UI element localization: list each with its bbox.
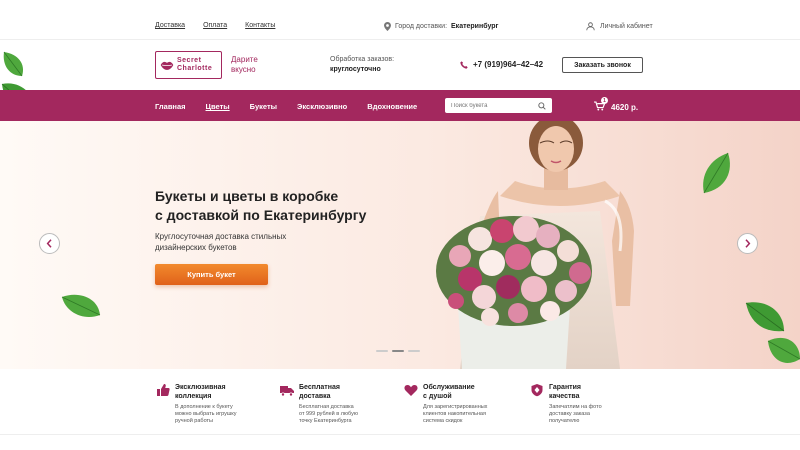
feature-title: Гарантия качества bbox=[549, 383, 649, 401]
top-bar: Доставка Оплата Контакты Город доставки:… bbox=[0, 0, 800, 40]
chevron-left-icon bbox=[46, 239, 52, 248]
feature-title-line-2: с душой bbox=[423, 393, 452, 400]
feature-title-line-1: Бесплатная bbox=[299, 384, 340, 391]
hero-subtitle-line-2: дизайнерских букетов bbox=[155, 243, 237, 252]
feature-title-line-1: Эксклюзивная bbox=[175, 384, 226, 391]
cart-count-badge: 1 bbox=[601, 97, 608, 104]
logo-line-2: Charlotte bbox=[177, 65, 213, 72]
logo-text: Secret Charlotte bbox=[177, 57, 212, 73]
feature-title: Обслуживание с душой bbox=[423, 383, 523, 401]
slider-dot-3[interactable] bbox=[408, 350, 420, 352]
feature-desc-line-2: можно выбрать игрушку bbox=[175, 411, 237, 417]
feature-desc-line-3: получателю bbox=[549, 418, 580, 424]
features-section: Эксклюзивная коллекция В дополнение к бу… bbox=[0, 369, 800, 435]
feature-title: Эксклюзивная коллекция bbox=[175, 383, 275, 401]
feature-desc-line-1: В дополнение к букету bbox=[175, 404, 233, 410]
feature-desc-line-2: от 999 рублей в любую bbox=[299, 411, 358, 417]
callback-button[interactable]: Заказать звонок bbox=[562, 57, 643, 73]
link-payment[interactable]: Оплата bbox=[203, 22, 227, 29]
slider-next-button[interactable] bbox=[737, 233, 758, 254]
feature-description: В дополнение к букету можно выбрать игру… bbox=[175, 404, 265, 425]
feature-title-line-2: качества bbox=[549, 393, 580, 400]
feature-title-line-1: Гарантия bbox=[549, 384, 581, 391]
cart[interactable]: 1 4620 р. bbox=[594, 97, 639, 113]
tagline-line-1: Дарите bbox=[231, 55, 258, 64]
feature-desc-line-3: система скидок bbox=[423, 418, 463, 424]
nav-item-home[interactable]: Главная bbox=[155, 102, 186, 111]
feature-desc-line-3: ручной работы bbox=[175, 418, 213, 424]
hero-title-line-1: Букеты и цветы в коробке bbox=[155, 188, 339, 204]
nav-menu: Главная Цветы Букеты Эксклюзивно Вдохнов… bbox=[155, 102, 437, 111]
chevron-right-icon bbox=[745, 239, 751, 248]
feature-desc-line-1: Для зарегистрированных bbox=[423, 404, 488, 410]
feature-desc-line-2: клиентов накопительная bbox=[423, 411, 486, 417]
user-icon bbox=[586, 22, 595, 31]
phone-number: +7 (919)964–42–42 bbox=[473, 60, 544, 69]
shield-icon bbox=[531, 384, 543, 397]
leaf-decoration-left bbox=[61, 294, 101, 317]
top-links: Доставка Оплата Контакты bbox=[155, 22, 275, 29]
order-hours-label: Обработка заказов: bbox=[330, 56, 395, 63]
cart-total: 4620 р. bbox=[611, 102, 639, 112]
hero-title: Букеты и цветы в коробке с доставкой по … bbox=[155, 187, 415, 225]
city-value: Екатеринбург bbox=[451, 23, 499, 30]
personal-cabinet-link[interactable]: Личный кабинет bbox=[586, 22, 653, 31]
hero-slider: Букеты и цветы в коробке с доставкой по … bbox=[0, 121, 800, 369]
feature-description: Для зарегистрированных клиентов накопите… bbox=[423, 404, 513, 425]
slider-dot-1[interactable] bbox=[376, 350, 388, 352]
leaf-decoration-right-bottom bbox=[745, 302, 800, 363]
tagline-line-2: вкусно bbox=[231, 65, 256, 74]
logo[interactable]: Secret Charlotte bbox=[155, 51, 222, 79]
logo-line-1: Secret bbox=[177, 57, 202, 64]
cabinet-label: Личный кабинет bbox=[600, 23, 653, 30]
phone-link[interactable]: +7 (919)964–42–42 bbox=[460, 60, 543, 69]
search-icon[interactable] bbox=[538, 101, 546, 110]
feature-desc-line-1: Бесплатная доставка bbox=[299, 404, 354, 410]
main-nav: Главная Цветы Букеты Эксклюзивно Вдохнов… bbox=[0, 90, 800, 121]
link-delivery[interactable]: Доставка bbox=[155, 22, 185, 29]
thumbs-up-icon bbox=[157, 384, 170, 396]
feature-title: Бесплатная доставка bbox=[299, 383, 399, 401]
truck-icon bbox=[280, 386, 294, 397]
buy-bouquet-button[interactable]: Купить букет bbox=[155, 264, 268, 285]
nav-item-inspiration[interactable]: Вдохновение bbox=[367, 102, 417, 111]
heart-icon bbox=[404, 385, 418, 396]
hero-title-line-2: с доставкой по Екатеринбургу bbox=[155, 207, 367, 223]
slider-prev-button[interactable] bbox=[39, 233, 60, 254]
hero-subtitle-line-1: Круглосуточная доставка стильных bbox=[155, 232, 287, 241]
slider-dot-2[interactable] bbox=[392, 350, 404, 352]
link-contacts[interactable]: Контакты bbox=[245, 22, 275, 29]
tagline: Дарите вкусно bbox=[231, 55, 258, 75]
feature-desc-line-2: доставку заказа bbox=[549, 411, 590, 417]
map-pin-icon bbox=[384, 22, 391, 31]
search-box bbox=[445, 98, 552, 113]
lips-icon bbox=[160, 61, 174, 70]
feature-title-line-1: Обслуживание bbox=[423, 384, 475, 391]
phone-icon bbox=[460, 60, 468, 69]
slider-dots bbox=[376, 350, 420, 352]
feature-description: Бесплатная доставка от 999 рублей в любу… bbox=[299, 404, 389, 425]
order-hours-value: круглосуточно bbox=[330, 66, 381, 73]
search-input[interactable] bbox=[451, 102, 531, 109]
city-label: Город доставки: bbox=[395, 23, 448, 30]
nav-item-exclusive[interactable]: Эксклюзивно bbox=[297, 102, 347, 111]
feature-description: Запечатлим на фото доставку заказа получ… bbox=[549, 404, 639, 425]
leaf-decoration-right-top bbox=[703, 152, 730, 194]
city-selector[interactable]: Город доставки: Екатеринбург bbox=[384, 22, 498, 31]
feature-desc-line-3: точку Екатеринбурга bbox=[299, 418, 352, 424]
nav-item-bouquets[interactable]: Букеты bbox=[250, 102, 277, 111]
hero-subtitle: Круглосуточная доставка стильных дизайне… bbox=[155, 231, 315, 253]
order-hours: Обработка заказов: круглосуточно bbox=[330, 55, 394, 75]
hero-image-woman-with-bouquet bbox=[436, 121, 634, 369]
feature-title-line-2: доставка bbox=[299, 393, 331, 400]
feature-desc-line-1: Запечатлим на фото bbox=[549, 404, 602, 410]
feature-title-line-2: коллекция bbox=[175, 393, 212, 400]
nav-item-flowers[interactable]: Цветы bbox=[206, 102, 230, 111]
